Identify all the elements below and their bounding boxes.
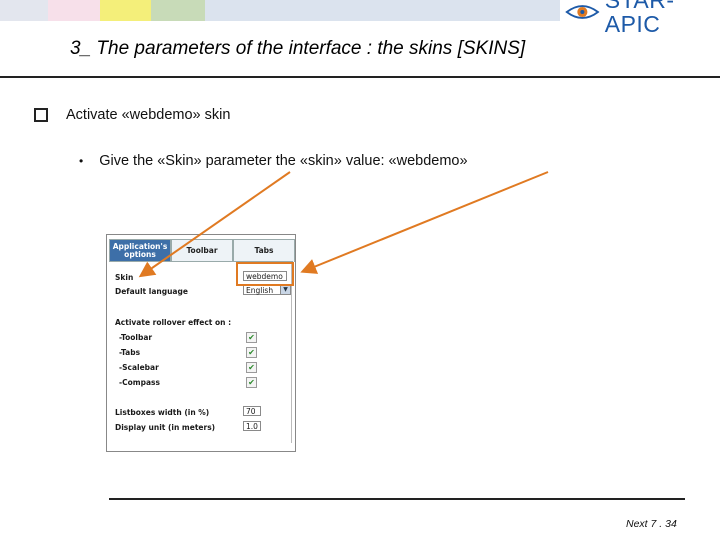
rollover-toolbar-checkbox[interactable]: ✔ — [246, 332, 257, 343]
header-strip-block-1 — [0, 0, 48, 21]
rollover-heading: Activate rollover effect on : — [115, 318, 232, 327]
header-strip-block-2 — [48, 0, 100, 21]
header-strip-block-4 — [151, 0, 205, 21]
footer-divider — [109, 498, 685, 500]
chevron-down-icon[interactable]: ▼ — [280, 286, 290, 294]
rollover-toolbar-label: -Toolbar — [119, 333, 153, 342]
rollover-compass-checkbox[interactable]: ✔ — [246, 377, 257, 388]
header-strip-block-5 — [205, 0, 560, 21]
bullet-level-2: • Give the «Skin» parameter the «skin» v… — [79, 153, 468, 169]
title-divider — [0, 76, 720, 78]
slide-title: 3_ The parameters of the interface : the… — [70, 38, 526, 59]
bullet-level-2-text: Give the «Skin» parameter the «skin» val… — [99, 153, 468, 169]
default-language-label: Default language — [115, 287, 188, 296]
logo: STAR-APIC — [564, 0, 720, 36]
arrow-to-skin-input — [300, 171, 549, 274]
dot-bullet-icon: • — [79, 154, 84, 168]
rollover-scalebar-checkbox[interactable]: ✔ — [246, 362, 257, 373]
slide-number: Next 7 . 34 — [626, 518, 677, 530]
tab-toolbar[interactable]: Toolbar — [171, 239, 233, 262]
rollover-tabs-label: -Tabs — [119, 348, 141, 357]
logo-text: STAR-APIC — [604, 0, 675, 37]
checkbox-bullet-icon — [34, 108, 48, 122]
default-language-value: English — [246, 286, 274, 295]
listbox-width-label: Listboxes width (in %) — [115, 408, 210, 417]
listbox-width-input[interactable]: 70 — [243, 406, 261, 416]
display-unit-label: Display unit (in meters) — [115, 423, 216, 432]
tab-applications-options[interactable]: Application's options — [109, 239, 171, 262]
bullet-level-1: Activate «webdemo» skin — [34, 107, 230, 123]
panel-edge — [291, 263, 292, 443]
skin-label: Skin — [115, 273, 134, 282]
display-unit-input[interactable]: 1.0 — [243, 421, 261, 431]
default-language-select[interactable]: English ▼ — [243, 285, 291, 295]
skin-highlight-box — [236, 262, 294, 286]
eye-logo-icon — [565, 5, 600, 19]
rollover-scalebar-label: -Scalebar — [119, 363, 159, 372]
rollover-compass-label: -Compass — [119, 378, 160, 387]
form-tabs: Application's options Toolbar Tabs — [109, 239, 295, 262]
rollover-tabs-checkbox[interactable]: ✔ — [246, 347, 257, 358]
header-strip-block-3 — [100, 0, 151, 21]
bullet-level-1-text: Activate «webdemo» skin — [66, 107, 231, 123]
tab-tabs[interactable]: Tabs — [233, 239, 295, 262]
